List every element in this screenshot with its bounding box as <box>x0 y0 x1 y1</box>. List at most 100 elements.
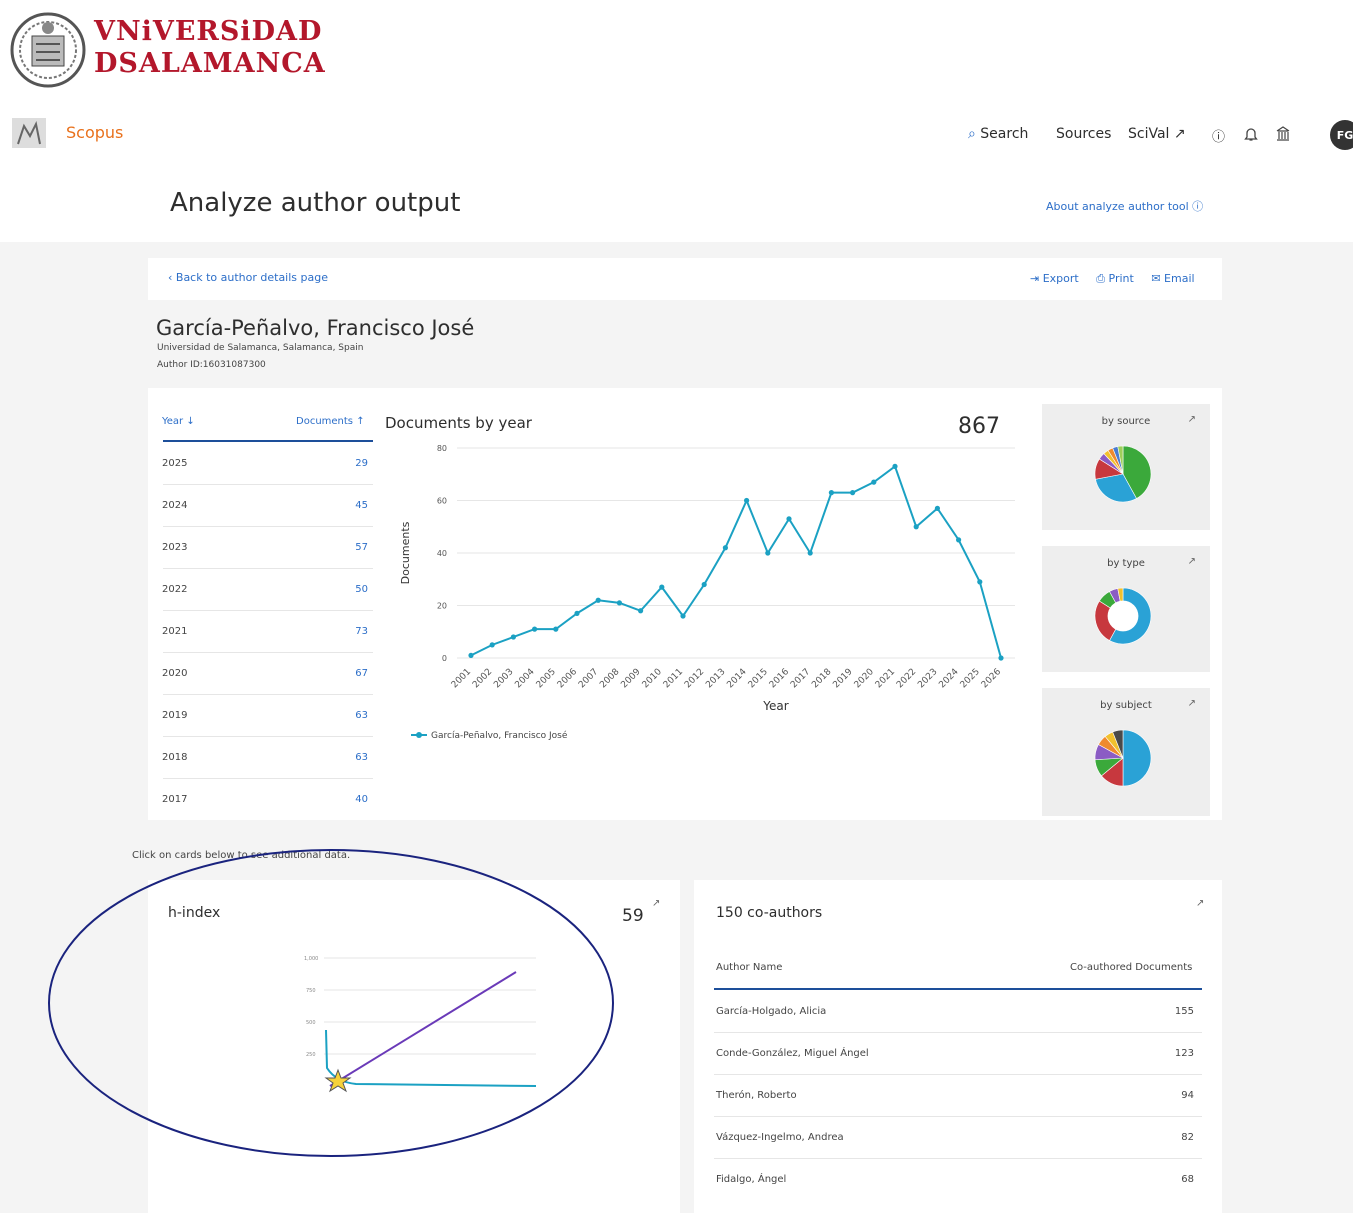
print-button[interactable]: ⎙ Print <box>1096 272 1134 285</box>
donut-hole <box>1107 600 1139 632</box>
table-row-documents-link[interactable]: 63 <box>328 752 368 763</box>
data-point <box>701 581 707 588</box>
data-point <box>659 584 665 590</box>
user-avatar[interactable]: FG <box>1330 120 1353 150</box>
table-row-documents-link[interactable]: 45 <box>328 500 368 511</box>
table-row-year: 2024 <box>162 500 188 511</box>
institution-icon[interactable] <box>1276 126 1290 146</box>
expand-icon[interactable]: ↗ <box>1196 898 1204 909</box>
coauthored-docs-header[interactable]: Co-authored Documents <box>1070 962 1192 973</box>
author-affiliation: Universidad de Salamanca, Salamanca, Spa… <box>157 343 364 353</box>
by-type-pie <box>1094 587 1152 645</box>
h-index-star-icon <box>324 1068 352 1093</box>
documents-by-year-chart[interactable]: 0204060802001200220032004200520062007200… <box>395 438 1035 748</box>
coauthor-header-divider <box>714 988 1202 990</box>
x-tick-label: 2019 <box>831 667 854 690</box>
nav-sources[interactable]: Sources <box>1056 126 1111 142</box>
row-divider <box>163 484 373 485</box>
data-point <box>468 652 474 658</box>
table-row-documents-link[interactable]: 73 <box>328 626 368 637</box>
coauthor-name-header[interactable]: Author Name <box>716 962 782 973</box>
university-seal-logo <box>8 10 88 90</box>
export-actions: ⇥ Export ⎙ Print ✉ Email <box>1030 272 1195 286</box>
h-index-title: h-index <box>168 905 220 921</box>
svg-text:250: 250 <box>306 1052 316 1058</box>
table-row-documents-link[interactable]: 67 <box>328 668 368 679</box>
x-tick-label: 2024 <box>937 667 960 690</box>
search-icon: ⌕ <box>968 126 976 142</box>
export-button[interactable]: ⇥ Export <box>1030 272 1079 285</box>
envelope-icon: ✉ <box>1151 272 1161 285</box>
data-point <box>913 524 919 530</box>
table-row-documents-link[interactable]: 40 <box>328 794 368 805</box>
data-point <box>553 626 559 632</box>
email-button[interactable]: ✉ Email <box>1151 272 1194 285</box>
x-tick-label: 2017 <box>789 667 812 690</box>
data-point <box>616 600 622 606</box>
legend-label: García-Peñalvo, Francisco José <box>431 730 568 741</box>
row-divider <box>163 568 373 569</box>
about-analyze-link[interactable]: About analyze author tool ⓘ <box>1046 198 1203 214</box>
x-tick-label: 2015 <box>747 667 770 690</box>
svg-text:500: 500 <box>306 1020 316 1026</box>
sort-documents-header[interactable]: Documents ↑ <box>296 416 365 427</box>
total-documents: 867 <box>958 414 1000 439</box>
table-row-year: 2020 <box>162 668 188 679</box>
sort-year-header[interactable]: Year ↓ <box>162 416 195 427</box>
data-point <box>892 463 898 469</box>
citations-curve <box>325 1029 537 1087</box>
x-tick-label: 2002 <box>471 667 494 690</box>
coauthor-name[interactable]: Fidalgo, Ángel <box>716 1174 786 1185</box>
row-divider <box>714 1158 1202 1159</box>
by-subject-card[interactable]: by subject ↗ <box>1042 688 1210 816</box>
svg-text:750: 750 <box>306 988 316 994</box>
x-tick-label: 2014 <box>725 667 748 690</box>
coauthored-count: 155 <box>1174 1006 1194 1017</box>
data-point <box>850 490 856 496</box>
back-to-author-link[interactable]: ‹ Back to author details page <box>168 271 328 284</box>
data-point <box>744 497 750 504</box>
h-index-diagonal <box>329 971 517 1087</box>
printer-icon: ⎙ <box>1096 272 1106 285</box>
x-tick-label: 2010 <box>641 667 664 690</box>
coauthored-count: 82 <box>1181 1132 1194 1143</box>
author-name: García-Peñalvo, Francisco José <box>156 316 475 340</box>
by-type-card[interactable]: by type ↗ <box>1042 546 1210 672</box>
chart-title: Documents by year <box>385 414 532 432</box>
nav-scival[interactable]: SciVal ↗ <box>1128 126 1186 142</box>
coauthor-name[interactable]: Therón, Roberto <box>716 1090 797 1101</box>
h-index-graph: 1,000 750 500 250 <box>304 956 537 1093</box>
scopus-elsevier-logo[interactable] <box>10 116 48 150</box>
h-index-label: h-index <box>168 905 221 921</box>
by-source-card[interactable]: by source ↗ <box>1042 404 1210 530</box>
data-point <box>977 579 983 585</box>
x-tick-label: 2005 <box>535 667 558 690</box>
coauthor-name[interactable]: Vázquez-Ingelmo, Andrea <box>716 1132 844 1143</box>
nav-search[interactable]: ⌕ Search <box>968 126 1028 142</box>
table-row-year: 2023 <box>162 542 188 553</box>
by-subject-pie <box>1094 729 1152 787</box>
expand-icon[interactable]: ↗ <box>652 898 660 909</box>
x-tick-label: 2009 <box>619 667 642 690</box>
y-tick-label: 40 <box>437 549 447 558</box>
x-tick-label: 2011 <box>662 667 685 690</box>
table-row-documents-link[interactable]: 63 <box>328 710 368 721</box>
x-tick-label: 2018 <box>810 667 833 690</box>
data-point <box>722 545 728 551</box>
x-tick-label: 2003 <box>492 667 515 690</box>
coauthor-name[interactable]: García-Holgado, Alicia <box>716 1006 826 1017</box>
help-icon[interactable]: ⓘ <box>1212 126 1225 145</box>
x-tick-label: 2023 <box>916 667 939 690</box>
bell-icon[interactable] <box>1244 126 1258 146</box>
table-row-documents-link[interactable]: 57 <box>328 542 368 553</box>
y-tick-label: 20 <box>437 602 447 611</box>
scopus-brand[interactable]: Scopus <box>66 123 123 142</box>
coauthor-name[interactable]: Conde-González, Miguel Ángel <box>716 1048 869 1059</box>
data-point <box>765 550 771 556</box>
data-point <box>510 634 516 640</box>
table-row-documents-link[interactable]: 29 <box>328 458 368 469</box>
coauthors-card[interactable] <box>694 880 1222 1213</box>
row-divider <box>163 778 373 779</box>
legend-marker <box>416 732 422 738</box>
table-row-documents-link[interactable]: 50 <box>328 584 368 595</box>
